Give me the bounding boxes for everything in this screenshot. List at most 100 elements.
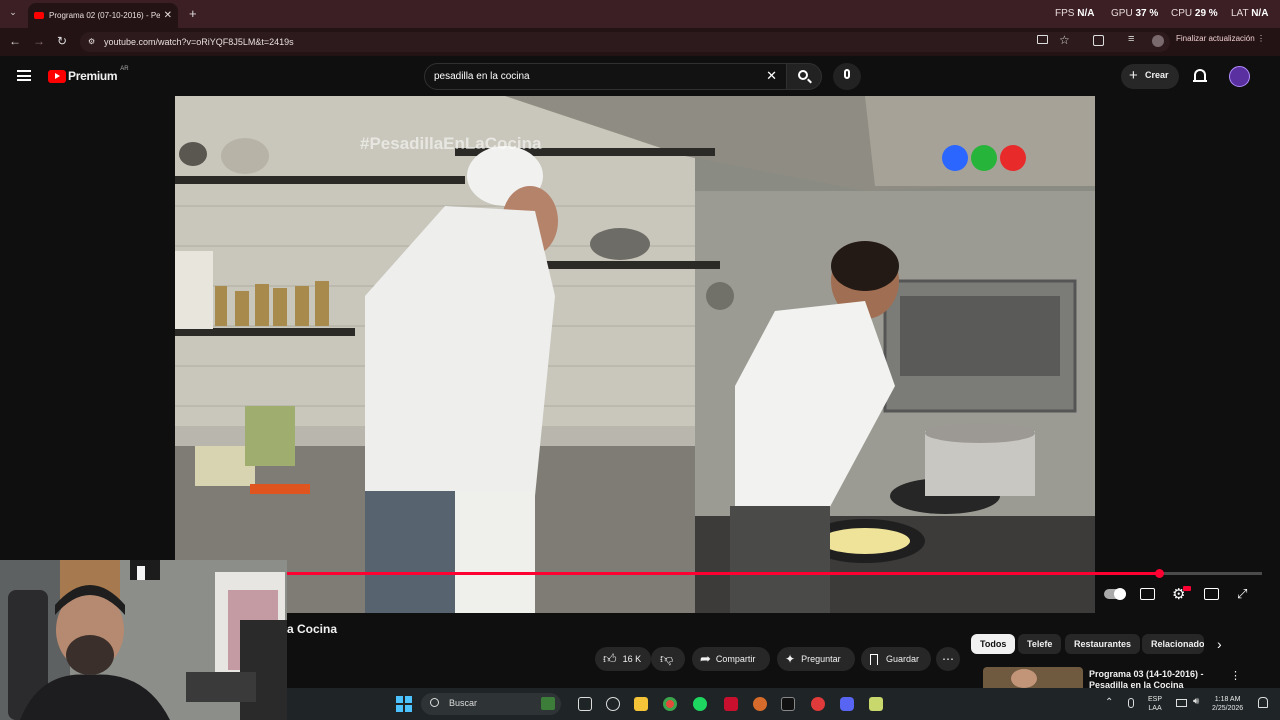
ask-label: Preguntar — [801, 654, 841, 664]
tab-list-chevron-icon[interactable]: ⌄ — [6, 7, 20, 21]
lat-value: N/A — [1251, 8, 1269, 19]
cpu-stat: CPU 29 % — [1171, 8, 1218, 19]
subtitles-icon[interactable] — [1140, 588, 1155, 600]
recording-app-icon[interactable] — [811, 697, 825, 711]
taskbar-search-highlight-icon — [541, 697, 555, 710]
start-pane — [405, 705, 412, 712]
streaming-app-icon[interactable] — [724, 697, 738, 711]
file-explorer-icon[interactable] — [634, 697, 648, 711]
start-pane — [396, 696, 403, 703]
theater-mode-icon[interactable] — [1204, 588, 1219, 600]
taskbar-search-box[interactable]: Buscar — [421, 693, 561, 715]
thumbs-down-icon: 👎︎ — [660, 651, 674, 666]
lat-stat: LAT N/A — [1231, 8, 1268, 19]
browser-menu-icon[interactable]: ⋮ — [1257, 34, 1265, 43]
clock[interactable]: 1:18 AM 2/25/2026 — [1212, 695, 1243, 713]
start-pane — [405, 696, 412, 703]
lang-line1: ESP — [1148, 696, 1163, 703]
hd-badge — [1183, 586, 1191, 591]
fps-label: FPS — [1055, 8, 1075, 19]
search-button[interactable] — [786, 63, 822, 90]
recommendation-thumbnail[interactable] — [983, 667, 1083, 688]
browser-tab-active[interactable]: Programa 02 (07-10-2016) - Pe ✕ — [28, 3, 178, 28]
bell-base — [1193, 80, 1207, 82]
chips-next-chevron-icon[interactable]: › — [1217, 636, 1222, 652]
reading-list-icon[interactable]: ≡ — [1128, 33, 1134, 45]
fps-stat: FPS N/A — [1055, 8, 1094, 19]
sparkle-icon: ✦ — [785, 652, 796, 666]
more-horizontal-icon: ⋯ — [942, 652, 954, 666]
thumbnail-face — [1011, 669, 1037, 688]
discord-icon[interactable] — [840, 697, 854, 711]
update-label: Finalizar actualización — [1176, 34, 1255, 43]
youtube-play-logo-icon — [48, 69, 66, 83]
taskbar-search-placeholder: Buscar — [449, 698, 478, 708]
recommendation-menu-icon[interactable]: ⋮ — [1230, 669, 1241, 682]
youtube-premium-logo[interactable]: Premium AR — [48, 66, 129, 83]
video-progress-bar[interactable] — [287, 569, 1262, 578]
clock-time: 1:18 AM — [1214, 696, 1241, 703]
settings-app-icon[interactable] — [753, 697, 767, 711]
reload-icon[interactable]: ↻ — [57, 34, 67, 48]
chip-relacionado[interactable]: Relacionado — [1142, 634, 1204, 654]
thumbs-up-icon: 👍︎ — [603, 651, 617, 666]
save-label: Guardar — [886, 654, 920, 664]
microphone-tray-icon[interactable] — [1128, 698, 1134, 708]
chip-restaurantes[interactable]: Restaurantes — [1065, 634, 1141, 654]
site-info-icon[interactable]: ⚙ — [88, 37, 95, 46]
save-button[interactable]: Guardar — [861, 647, 931, 671]
volume-icon[interactable]: 🔊︎ — [1193, 696, 1199, 707]
hamburger-menu-icon[interactable] — [17, 70, 31, 81]
show-hidden-icons-chevron[interactable]: ⌃ — [1105, 697, 1113, 708]
clear-search-icon[interactable]: ✕ — [766, 68, 777, 84]
progress-scrubber-handle[interactable] — [1154, 569, 1164, 578]
recommendation-title[interactable]: Programa 03 (14-10-2016) - Pesadilla en … — [1089, 669, 1229, 688]
finalize-update-button[interactable]: Finalizar actualización ⋮ — [1176, 34, 1265, 50]
share-button[interactable]: ➦ Compartir — [692, 647, 770, 671]
clock-date: 2/25/2026 — [1212, 705, 1244, 712]
bookmark-star-icon[interactable]: ☆ — [1059, 33, 1070, 47]
network-icon[interactable] — [1176, 699, 1187, 707]
back-icon[interactable]: ← — [9, 34, 21, 48]
new-tab-button[interactable]: + — [189, 6, 197, 21]
spotify-icon[interactable] — [693, 697, 707, 711]
voice-search-button[interactable] — [833, 63, 861, 90]
notepad-icon[interactable] — [869, 697, 883, 711]
chrome-icon[interactable] — [663, 697, 677, 711]
account-avatar[interactable] — [1229, 66, 1250, 87]
search-icon-handle — [807, 78, 812, 84]
capcut-icon[interactable] — [781, 697, 795, 711]
autoplay-toggle[interactable] — [1104, 588, 1126, 600]
tab-title: Programa 02 (07-10-2016) - Pe — [49, 11, 160, 20]
dislike-button[interactable]: 👎︎ — [651, 647, 685, 671]
windows-start-icon[interactable] — [396, 696, 412, 712]
profile-avatar-icon[interactable] — [1152, 35, 1164, 47]
address-bar[interactable]: ⚙ youtube.com/watch?v=oRiYQF8J5LM&t=2419… — [80, 32, 1170, 52]
bookmark-icon — [870, 653, 878, 665]
search-input[interactable]: pesadilla en la cocina ✕ — [424, 63, 788, 90]
ask-button[interactable]: ✦ Preguntar — [777, 647, 855, 671]
extensions-icon[interactable] — [1093, 35, 1104, 46]
notification-center-icon[interactable] — [1258, 697, 1268, 708]
forward-icon[interactable]: → — [33, 34, 45, 48]
hamburger-middle-line — [17, 74, 31, 77]
copilot-icon[interactable] — [606, 697, 620, 711]
fullscreen-icon[interactable]: ⤢ — [1237, 586, 1247, 602]
like-button[interactable]: 👍︎ 16 K — [595, 647, 651, 671]
video-progress-fill — [287, 572, 1159, 575]
more-actions-button[interactable]: ⋯ — [936, 647, 960, 671]
tab-close-icon[interactable]: ✕ — [164, 10, 172, 21]
chip-telefe[interactable]: Telefe — [1018, 634, 1062, 654]
webcam-feed-image — [0, 560, 287, 720]
play-triangle — [55, 73, 60, 79]
chip-todos[interactable]: Todos — [971, 634, 1016, 654]
youtube-favicon-icon — [34, 12, 44, 19]
video-player[interactable]: #PesadillaEnLaCocina — [175, 96, 1095, 613]
create-button[interactable]: + Crear — [1121, 64, 1179, 89]
video-title: a Cocina — [287, 622, 338, 636]
autoplay-toggle-knob — [1114, 588, 1126, 600]
cpu-label: CPU — [1171, 8, 1193, 19]
cast-icon[interactable] — [1037, 35, 1048, 44]
task-view-icon[interactable] — [578, 697, 592, 711]
language-indicator[interactable]: ESP LAA — [1148, 695, 1162, 713]
